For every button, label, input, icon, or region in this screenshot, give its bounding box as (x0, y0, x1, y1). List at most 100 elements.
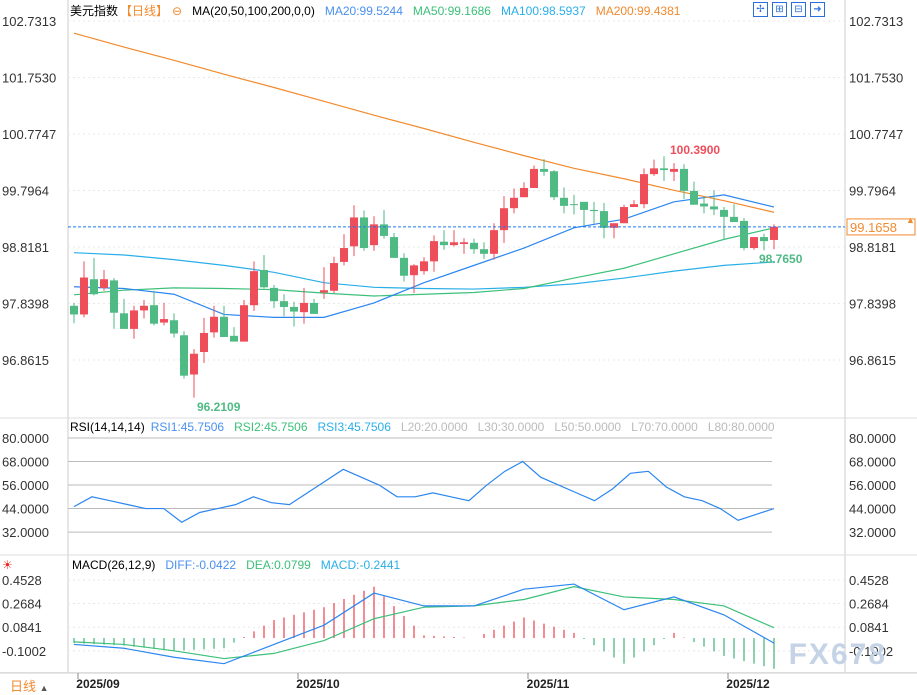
candle-body (410, 265, 418, 276)
candle-body (480, 249, 488, 254)
zoom-in-icon[interactable]: ⊞ (772, 2, 787, 17)
price-tick-label-left: 96.8615 (2, 353, 49, 368)
export-icon[interactable]: ➜ (810, 2, 825, 17)
candle-body (280, 301, 288, 307)
candle-body (460, 242, 468, 245)
rsi-legend: RSI(14,14,14) RSI1:45.7506 RSI2:45.7506 … (70, 420, 775, 434)
rsi-tick-left: 44.0000 (2, 502, 49, 517)
candle-body (540, 168, 548, 172)
period-button-label: 日线 (10, 679, 37, 694)
candle-body (380, 224, 388, 236)
candle-body (130, 310, 138, 329)
low-price-label: 96.2109 (197, 400, 241, 414)
dea-line (73, 586, 775, 660)
macd-tick-left: 0.2684 (2, 597, 42, 612)
macd-label: MACD(26,12,9) (72, 558, 156, 572)
ma20-line (73, 194, 775, 318)
candle-body (150, 305, 158, 324)
rsi3-value: RSI3:45.7506 (317, 420, 391, 434)
macd-tick-right: 0.2684 (849, 597, 889, 612)
candle-body (100, 279, 108, 288)
l50-value: L50:50.0000 (554, 420, 622, 434)
price-tick-label-left: 99.7964 (2, 184, 49, 199)
candle-body (170, 320, 178, 334)
current-price-label: 99.1658 (850, 220, 897, 235)
candle-body (330, 263, 338, 291)
rsi-line (73, 460, 775, 523)
candle-body (290, 306, 298, 312)
period-label[interactable]: 【日线】 (120, 2, 168, 19)
price-tick-label-right: 96.8615 (849, 353, 896, 368)
recent-low-label: 98.7650 (759, 252, 803, 266)
macd-tick-left: 0.4528 (2, 573, 42, 588)
candle-body (260, 269, 268, 288)
candle-body (110, 280, 118, 313)
rsi1-value: RSI1:45.7506 (150, 420, 225, 434)
macd-value: MACD:-0.2441 (320, 558, 401, 572)
candle-body (90, 279, 98, 295)
candle-body (580, 201, 588, 210)
candle-body (520, 187, 528, 198)
macd-tick-right: 0.0841 (849, 620, 889, 635)
period-button[interactable]: 日线 ▲ (10, 676, 49, 695)
candle-body (140, 305, 148, 311)
candle-body (230, 335, 238, 342)
ma200-line (73, 32, 775, 213)
price-tick-label-right: 101.7530 (849, 71, 903, 86)
candle-body (450, 242, 458, 246)
candle-body (80, 277, 88, 315)
crosshair-icon[interactable]: ✢ (753, 2, 768, 17)
rsi-tick-left: 32.0000 (2, 525, 49, 540)
diff-value: DIFF:-0.0422 (165, 558, 237, 572)
candle-body (160, 319, 168, 323)
candle-body (570, 204, 578, 206)
candle-body (270, 287, 278, 302)
chart-canvas[interactable]: 102.7313 102.7313 101.7530 101.7530 100.7747… (0, 0, 917, 694)
price-tick-label-right: 97.8398 (849, 297, 896, 312)
rsi-tick-left: 56.0000 (2, 478, 49, 493)
candle-body (120, 313, 128, 329)
rsi-tick-right: 68.0000 (849, 455, 896, 470)
price-tick-label-right: 99.7964 (849, 184, 896, 199)
macd-legend: ☀ MACD(26,12,9) DIFF:-0.0422 DEA:0.0799 … (2, 558, 400, 572)
rsi-tick-left: 80.0000 (2, 431, 49, 446)
candle-body (590, 209, 598, 212)
candle-body (620, 207, 628, 224)
candle-body (680, 168, 688, 191)
l70-value: L70:70.0000 (631, 420, 698, 434)
ma200-value: MA200:99.4381 (595, 3, 681, 18)
candle-body (220, 316, 228, 337)
ma100-value: MA100:98.5937 (500, 3, 586, 18)
bottom-bar: 日线 ▲ (0, 672, 917, 694)
candle-body (440, 241, 448, 246)
current-price-arrow-icon: ▲ (906, 215, 915, 225)
candle-body (180, 335, 188, 376)
candle-body (470, 242, 478, 250)
candle-body (750, 237, 758, 249)
candle-body (190, 353, 198, 375)
price-tick-label-left: 97.8398 (2, 297, 49, 312)
l20-value: L20:20.0000 (400, 420, 468, 434)
candle-body (240, 305, 248, 342)
triangle-up-icon: ▲ (39, 683, 49, 693)
candle-body (360, 217, 368, 249)
candle-body (710, 206, 718, 210)
candle-body (660, 168, 668, 171)
macd-settings-icon[interactable]: ☀ (2, 558, 62, 572)
candle-body (630, 204, 638, 208)
ma-label[interactable]: MA(20,50,100,200,0,0) (192, 4, 315, 18)
ma50-value: MA50:99.1686 (412, 3, 491, 18)
candle-body (530, 168, 538, 188)
price-tick-label-right: 102.7313 (849, 14, 903, 29)
settings-icon[interactable]: ⊖ (172, 4, 182, 18)
candle-body (690, 190, 698, 205)
candle-body (550, 171, 558, 198)
candle-body (490, 230, 498, 254)
candle-body (720, 209, 728, 217)
watermark: FX678 (788, 638, 887, 671)
zoom-out-icon[interactable]: ⊟ (791, 2, 806, 17)
candle-body (310, 302, 318, 314)
rsi2-value: RSI2:45.7506 (234, 420, 308, 434)
rsi-label: RSI(14,14,14) (70, 420, 145, 434)
candle-body (560, 197, 568, 206)
